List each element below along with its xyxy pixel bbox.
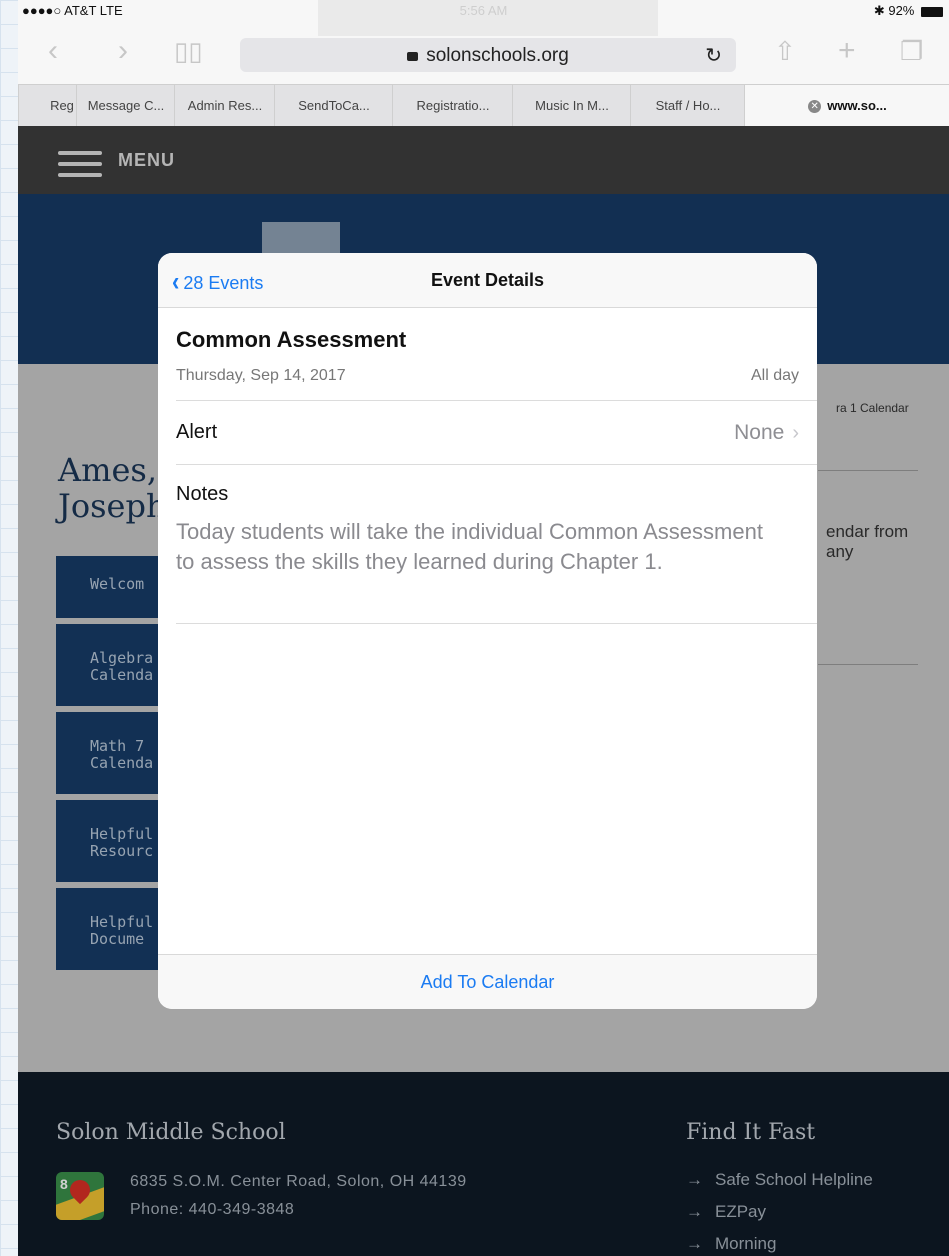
- share-icon[interactable]: ⇧: [774, 36, 796, 66]
- forward-arrow-icon[interactable]: ›: [118, 36, 128, 66]
- add-to-calendar-button[interactable]: Add To Calendar: [158, 972, 817, 993]
- bluetooth-icon: ✱: [873, 3, 885, 18]
- tab-item[interactable]: Admin Res...: [174, 85, 275, 127]
- tabs-overview-icon[interactable]: ❐: [900, 36, 923, 66]
- tab-item[interactable]: Reg: [18, 85, 77, 127]
- event-all-day: All day: [750, 367, 799, 384]
- tape-overlay: [318, 0, 658, 36]
- battery-indicator: ✱ 92%: [874, 3, 943, 19]
- lock-icon: [407, 52, 419, 61]
- tab-strip: Reg Message C... Admin Res... SendToCa..…: [18, 84, 949, 128]
- notes-text: Today students will take the individual …: [176, 519, 763, 574]
- divider: [176, 464, 817, 465]
- reload-icon[interactable]: ↻: [705, 43, 722, 68]
- close-tab-icon[interactable]: ✕: [808, 100, 822, 114]
- address-bar[interactable]: solonschools.org ↻: [240, 38, 736, 72]
- battery-percent: 92%: [888, 3, 915, 18]
- tab-item[interactable]: Message C...: [76, 85, 175, 127]
- tab-item[interactable]: Registratio...: [392, 85, 513, 127]
- event-details-popover: ‹ 28 Events Event Details Common Assessme…: [158, 253, 817, 1009]
- divider: [176, 400, 817, 401]
- popover-title: Event Details: [430, 270, 545, 290]
- bookmarks-icon[interactable]: ▯▯: [174, 36, 203, 66]
- tab-item[interactable]: Music In M...: [512, 85, 631, 127]
- chevron-right-icon: ›: [792, 422, 799, 444]
- alert-label: Alert: [176, 421, 218, 443]
- divider: [176, 623, 817, 624]
- tab-item[interactable]: Staff / Ho...: [630, 85, 745, 127]
- tab-item-active[interactable]: ✕ www.so...: [744, 85, 949, 127]
- ipad-screen: ●●●●○ AT&T LTE 5:56 AM ✱ 92% ‹ › ▯▯ solo…: [18, 0, 949, 1256]
- url-text: solonschools.org: [426, 45, 569, 66]
- new-tab-icon[interactable]: +: [838, 36, 856, 66]
- notes-label: Notes: [176, 483, 229, 505]
- battery-icon: [921, 6, 943, 17]
- event-title: Common Assessment: [176, 327, 407, 352]
- back-arrow-icon[interactable]: ‹: [48, 36, 58, 66]
- event-date: Thursday, Sep 14, 2017: [176, 367, 346, 384]
- tab-item[interactable]: SendToCa...: [274, 85, 393, 127]
- alert-value: None: [734, 421, 785, 444]
- popover-footer: Add To Calendar: [158, 954, 817, 1009]
- popover-nav-bar: ‹ 28 Events Event Details: [158, 253, 817, 308]
